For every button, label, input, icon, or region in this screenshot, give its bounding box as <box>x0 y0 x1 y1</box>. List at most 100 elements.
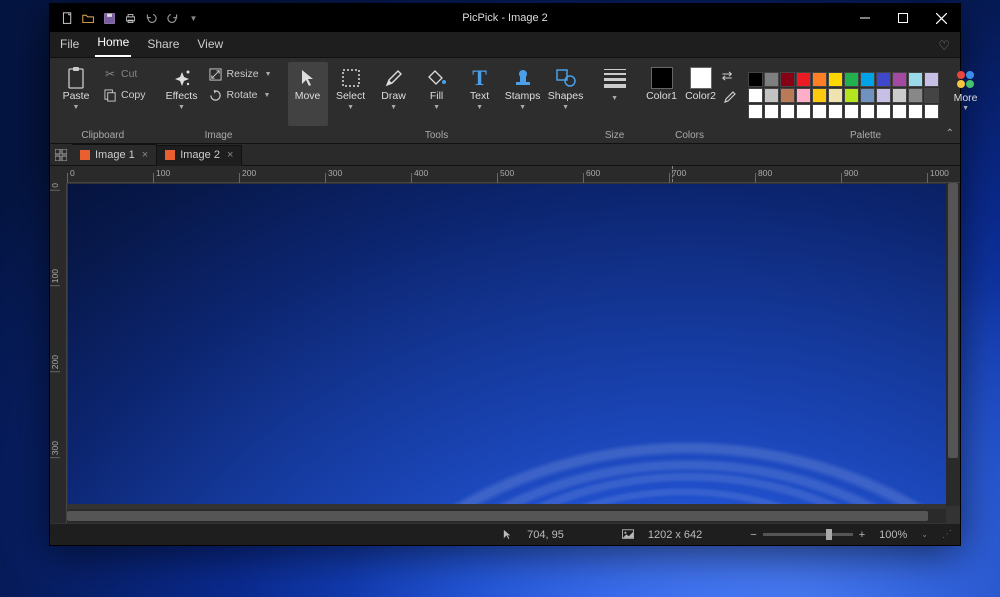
palette-color[interactable] <box>860 88 875 103</box>
open-file-icon[interactable] <box>81 11 96 26</box>
scissors-icon: ✂ <box>103 67 117 81</box>
chevron-down-icon: ▼ <box>433 104 440 111</box>
palette-color[interactable] <box>844 72 859 87</box>
rotate-button[interactable]: Rotate ▼ <box>205 85 276 105</box>
more-colors-button[interactable]: More ▼ <box>948 64 984 128</box>
palette-color[interactable] <box>796 72 811 87</box>
maximize-button[interactable] <box>884 4 922 32</box>
shapes-tool-button[interactable]: Shapes ▼ <box>546 62 586 126</box>
palette-color[interactable] <box>844 104 859 119</box>
palette-color[interactable] <box>780 104 795 119</box>
color2-button[interactable]: Color2 <box>683 62 719 126</box>
chevron-down-icon: ▼ <box>562 104 569 111</box>
palette-color[interactable] <box>828 72 843 87</box>
eyedropper-icon[interactable] <box>722 91 736 105</box>
minimize-button[interactable] <box>846 4 884 32</box>
save-icon[interactable] <box>102 11 117 26</box>
palette-color[interactable] <box>876 72 891 87</box>
effects-button[interactable]: Effects ▼ <box>162 62 202 126</box>
size-button[interactable]: ▼ <box>598 62 632 126</box>
palette-color[interactable] <box>908 104 923 119</box>
palette-color[interactable] <box>908 88 923 103</box>
tab-file[interactable]: File <box>58 33 81 57</box>
tab-view[interactable]: View <box>195 33 225 57</box>
close-icon[interactable]: × <box>227 149 233 161</box>
scrollbar-vertical[interactable] <box>946 183 960 506</box>
palette-color[interactable] <box>828 104 843 119</box>
close-icon[interactable]: × <box>142 149 148 161</box>
close-button[interactable] <box>922 4 960 32</box>
canvas-dimensions: 1202 x 642 <box>648 529 702 541</box>
tab-layout-icon[interactable] <box>50 146 72 164</box>
palette-color[interactable] <box>924 104 939 119</box>
redo-icon[interactable] <box>165 11 180 26</box>
palette-color[interactable] <box>844 88 859 103</box>
palette-color[interactable] <box>828 88 843 103</box>
palette-color[interactable] <box>764 72 779 87</box>
cut-button[interactable]: ✂ Cut <box>99 64 150 84</box>
paste-button[interactable]: Paste ▼ <box>56 62 96 126</box>
doctab-image1[interactable]: Image 1 × <box>72 144 157 165</box>
palette-color[interactable] <box>892 104 907 119</box>
group-clipboard: Paste ▼ ✂ Cut Copy Clipboard <box>50 58 156 143</box>
ruler-tick: 700 <box>669 173 686 183</box>
palette-color[interactable] <box>764 88 779 103</box>
ruler-horizontal[interactable]: 01002003004005006007008009001000 <box>67 166 960 183</box>
palette-color[interactable] <box>764 104 779 119</box>
scrollbar-horizontal[interactable] <box>67 509 946 523</box>
palette-color[interactable] <box>876 104 891 119</box>
palette-color[interactable] <box>780 88 795 103</box>
zoom-out-icon[interactable]: − <box>750 529 756 541</box>
quick-access-toolbar: ▼ <box>50 11 211 26</box>
palette-color[interactable] <box>892 72 907 87</box>
tab-share[interactable]: Share <box>145 33 181 57</box>
palette-color[interactable] <box>796 88 811 103</box>
ruler-vertical[interactable]: 0100200300400 <box>50 183 67 523</box>
resize-button[interactable]: Resize ▼ <box>205 64 276 84</box>
palette-color[interactable] <box>924 72 939 87</box>
palette-color[interactable] <box>796 104 811 119</box>
palette-color[interactable] <box>812 104 827 119</box>
collapse-ribbon-icon[interactable]: ⌃ <box>946 128 954 139</box>
fill-tool-button[interactable]: Fill ▼ <box>417 62 457 126</box>
palette-color[interactable] <box>748 72 763 87</box>
bucket-icon <box>425 66 449 90</box>
zoom-dropdown-icon[interactable]: ⌄ <box>921 530 928 539</box>
zoom-slider[interactable]: − + <box>750 529 865 541</box>
palette-color[interactable] <box>748 104 763 119</box>
palette-color[interactable] <box>908 72 923 87</box>
text-tool-button[interactable]: T Text ▼ <box>460 62 500 126</box>
copy-button[interactable]: Copy <box>99 85 150 105</box>
favorite-icon[interactable]: ♡ <box>938 38 950 54</box>
new-file-icon[interactable] <box>60 11 75 26</box>
group-label: Size <box>605 129 624 141</box>
swap-colors-icon[interactable]: ⇄ <box>722 68 736 84</box>
color1-button[interactable]: Color1 <box>644 62 680 126</box>
palette-color[interactable] <box>780 72 795 87</box>
palette-color[interactable] <box>748 88 763 103</box>
zoom-in-icon[interactable]: + <box>859 529 865 541</box>
canvas[interactable] <box>68 184 946 504</box>
doctab-image2[interactable]: Image 2 × <box>157 145 242 166</box>
palette-color[interactable] <box>892 88 907 103</box>
palette-color[interactable] <box>860 72 875 87</box>
resize-grip-icon[interactable]: ⋰ <box>942 529 952 540</box>
tab-home[interactable]: Home <box>95 31 131 57</box>
undo-icon[interactable] <box>144 11 159 26</box>
select-tool-button[interactable]: Select ▼ <box>331 62 371 126</box>
palette-color[interactable] <box>812 72 827 87</box>
draw-tool-button[interactable]: Draw ▼ <box>374 62 414 126</box>
copy-icon <box>103 88 117 102</box>
ruler-tick: 0 <box>50 183 60 191</box>
qat-dropdown-icon[interactable]: ▼ <box>186 11 201 26</box>
group-tools: Move Select ▼ Draw ▼ Fill ▼ <box>282 58 592 143</box>
group-colors: Color1 Color2 ⇄ Colors <box>638 58 742 143</box>
palette-color[interactable] <box>812 88 827 103</box>
move-tool-button[interactable]: Move <box>288 62 328 126</box>
palette-color[interactable] <box>860 104 875 119</box>
sparkle-icon <box>170 66 194 90</box>
stamps-tool-button[interactable]: Stamps ▼ <box>503 62 543 126</box>
print-icon[interactable] <box>123 11 138 26</box>
palette-color[interactable] <box>924 88 939 103</box>
palette-color[interactable] <box>876 88 891 103</box>
